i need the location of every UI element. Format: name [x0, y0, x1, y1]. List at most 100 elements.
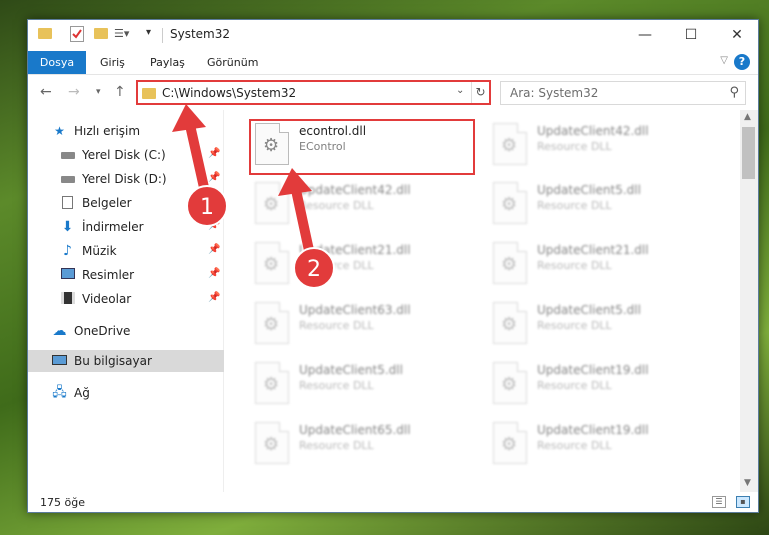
file-name: UpdateClient63.dll	[299, 303, 411, 317]
properties-icon[interactable]	[70, 26, 84, 42]
maximize-button[interactable]: ☐	[668, 20, 714, 51]
file-name: UpdateClient5.dll	[537, 183, 641, 197]
search-input[interactable]: Ara: System32 ⚲	[500, 81, 746, 105]
customize-arrow-icon[interactable]: ☰▾	[114, 27, 129, 40]
scroll-thumb[interactable]	[742, 127, 755, 179]
file-item[interactable]: ⚙ UpdateClient5.dll Resource DLL	[489, 299, 711, 353]
sidebar-item-quick-access[interactable]: ★ Hızlı erişim	[28, 120, 224, 142]
sidebar-item-downloads[interactable]: ⬇ İndirmeler 📌	[28, 216, 224, 238]
file-item[interactable]: ⚙ UpdateClient19.dll Resource DLL	[489, 419, 711, 473]
file-description: Resource DLL	[299, 379, 374, 392]
address-bar[interactable]: C:\Windows\System32 ⌄ ↻	[136, 80, 491, 105]
sidebar-item-pictures[interactable]: Resimler 📌	[28, 264, 224, 286]
refresh-icon[interactable]: ↻	[471, 82, 489, 103]
documents-icon	[60, 196, 75, 210]
gear-icon: ⚙	[501, 434, 518, 455]
dll-file-icon: ⚙	[255, 422, 289, 464]
ribbon-tabs: Dosya Giriş Paylaş Görünüm ▽ ?	[28, 51, 758, 74]
file-item[interactable]: ⚙ UpdateClient42.dll Resource DLL	[489, 120, 711, 174]
sidebar-item-videos[interactable]: Videolar 📌	[28, 288, 224, 310]
sidebar-item-local-disk-c[interactable]: Yerel Disk (C:) 📌	[28, 144, 224, 166]
minimize-button[interactable]: —	[622, 20, 668, 51]
dll-file-icon: ⚙	[255, 362, 289, 404]
sidebar-item-label: Hızlı erişim	[74, 124, 141, 138]
address-text[interactable]: C:\Windows\System32	[162, 86, 296, 100]
pictures-icon	[60, 268, 75, 282]
recent-dropdown-icon[interactable]: ▾	[96, 87, 101, 97]
pin-icon[interactable]: 📌	[208, 196, 220, 207]
gear-icon: ⚙	[263, 434, 280, 455]
search-icon[interactable]: ⚲	[729, 85, 739, 100]
folder-icon	[142, 88, 156, 99]
gear-icon: ⚙	[263, 254, 280, 275]
file-description: Resource DLL	[537, 439, 612, 452]
file-item[interactable]: ⚙ UpdateClient5.dll Resource DLL	[251, 359, 473, 413]
file-description: Resource DLL	[537, 259, 612, 272]
sidebar-item-label: Belgeler	[82, 196, 132, 210]
file-name: UpdateClient19.dll	[537, 363, 649, 377]
dll-file-icon: ⚙	[255, 242, 289, 284]
status-bar: 175 öğe ☰ ▪	[28, 492, 758, 512]
sidebar-item-onedrive[interactable]: ☁ OneDrive	[28, 320, 224, 342]
network-icon: 🖧	[52, 385, 67, 400]
tab-paylas[interactable]: Paylaş	[140, 51, 195, 74]
close-button[interactable]: ✕	[714, 20, 758, 51]
dll-file-icon: ⚙	[255, 182, 289, 224]
file-item[interactable]: ⚙ UpdateClient21.dll Resource DLL	[251, 239, 473, 293]
file-name: UpdateClient42.dll	[537, 124, 649, 138]
file-description: Resource DLL	[537, 319, 612, 332]
gear-icon: ⚙	[501, 254, 518, 275]
gear-icon: ⚙	[501, 135, 518, 156]
vertical-scrollbar[interactable]: ▲ ▼	[740, 110, 758, 492]
file-description: Resource DLL	[537, 199, 612, 212]
dll-file-icon: ⚙	[255, 302, 289, 344]
file-item[interactable]: ⚙ UpdateClient21.dll Resource DLL	[489, 239, 711, 293]
music-icon: ♪	[63, 243, 72, 259]
title-bar: ☰▾ ▾ System32 — ☐ ✕	[28, 20, 758, 51]
scroll-up-icon[interactable]: ▲	[744, 112, 751, 122]
new-folder-icon[interactable]	[94, 28, 108, 39]
pin-icon[interactable]: 📌	[208, 268, 220, 279]
file-explorer-window: ☰▾ ▾ System32 — ☐ ✕ Dosya Giriş Paylaş G…	[27, 19, 759, 513]
sidebar-item-network[interactable]: 🖧 Ağ	[28, 382, 224, 404]
gear-icon: ⚙	[501, 374, 518, 395]
scroll-down-icon[interactable]: ▼	[744, 478, 751, 488]
file-list: ⚙ econtrol.dll EControl ⚙ UpdateClient42…	[225, 110, 740, 492]
address-dropdown-icon[interactable]: ⌄	[456, 85, 464, 96]
help-icon[interactable]: ?	[734, 54, 750, 70]
up-arrow-icon[interactable]: ↑	[114, 84, 126, 100]
pin-icon[interactable]: 📌	[208, 244, 220, 255]
file-item[interactable]: ⚙ UpdateClient63.dll Resource DLL	[251, 299, 473, 353]
file-highlight-box	[249, 119, 475, 175]
pin-icon[interactable]: 📌	[208, 220, 220, 231]
qat-dropdown-icon[interactable]: ▾	[146, 27, 151, 38]
title-separator	[162, 28, 163, 43]
sidebar-item-documents[interactable]: Belgeler 📌	[28, 192, 224, 214]
sidebar-item-music[interactable]: ♪ Müzik 📌	[28, 240, 224, 262]
chevron-down-icon[interactable]: ▽	[720, 55, 728, 66]
file-name: UpdateClient42.dll	[299, 183, 411, 197]
pin-icon[interactable]: 📌	[208, 148, 220, 159]
pin-icon[interactable]: 📌	[208, 292, 220, 303]
file-name: UpdateClient21.dll	[299, 243, 411, 257]
sidebar-item-label: Ağ	[74, 386, 90, 400]
sidebar-item-label: OneDrive	[74, 324, 131, 338]
tab-giris[interactable]: Giriş	[90, 51, 135, 74]
file-item[interactable]: ⚙ UpdateClient65.dll Resource DLL	[251, 419, 473, 473]
pin-icon[interactable]: 📌	[208, 172, 220, 183]
back-arrow-icon[interactable]: ←	[40, 84, 52, 100]
sidebar-item-this-pc[interactable]: Bu bilgisayar	[28, 350, 224, 372]
file-item[interactable]: ⚙ UpdateClient42.dll Resource DLL	[251, 179, 473, 233]
gear-icon: ⚙	[263, 374, 280, 395]
forward-arrow-icon[interactable]: →	[68, 84, 80, 100]
file-item[interactable]: ⚙ UpdateClient19.dll Resource DLL	[489, 359, 711, 413]
tab-gorunum[interactable]: Görünüm	[197, 51, 268, 74]
sidebar-item-local-disk-d[interactable]: Yerel Disk (D:) 📌	[28, 168, 224, 190]
large-icons-view-icon[interactable]: ▪	[736, 496, 750, 508]
file-item[interactable]: ⚙ UpdateClient5.dll Resource DLL	[489, 179, 711, 233]
file-description: Resource DLL	[537, 140, 612, 153]
tab-dosya[interactable]: Dosya	[28, 51, 86, 74]
details-view-icon[interactable]: ☰	[712, 496, 726, 508]
gear-icon: ⚙	[501, 194, 518, 215]
file-description: Resource DLL	[299, 319, 374, 332]
